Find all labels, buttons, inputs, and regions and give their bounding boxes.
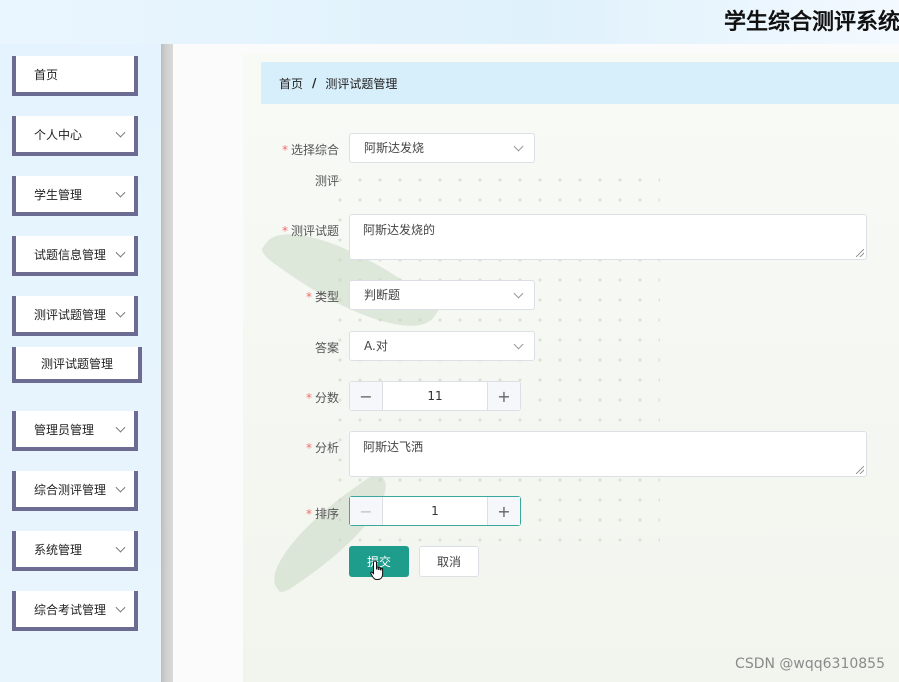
submenu-item-label: 测评试题管理	[40, 356, 113, 371]
sidebar-item-label: 首页	[34, 67, 59, 82]
sidebar-divider	[161, 44, 173, 682]
sidebar-item-label: 综合考试管理	[34, 602, 107, 617]
sidebar-item-label: 系统管理	[34, 542, 83, 557]
score-input[interactable]: 11	[383, 382, 487, 410]
sidebar-item-label: 管理员管理	[34, 422, 95, 437]
order-decrement-button[interactable]: −	[350, 497, 383, 525]
sidebar-item-profile[interactable]: 个人中心	[12, 116, 138, 156]
chevron-down-icon	[115, 307, 126, 318]
sidebar-item-label: 综合测评管理	[34, 482, 107, 497]
required-mark: *	[305, 391, 312, 405]
type-value: 判断题	[364, 288, 401, 302]
watermark: CSDN @wqq6310855	[735, 656, 885, 672]
chevron-down-icon	[115, 482, 126, 493]
type-dropdown[interactable]: 判断题	[349, 280, 535, 310]
hand-cursor-icon	[370, 560, 384, 580]
analysis-value: 阿斯达飞洒	[363, 440, 424, 454]
app-title: 学生综合测评系统	[724, 10, 899, 35]
submenu-item-eval-questions[interactable]: 测评试题管理	[12, 347, 142, 383]
chevron-down-icon	[513, 339, 524, 350]
order-input[interactable]: 1	[383, 497, 487, 525]
order-label: * 排序	[273, 505, 339, 522]
sidebar-item-label: 学生管理	[34, 187, 83, 202]
question-textarea[interactable]: 阿斯达发烧的	[349, 214, 867, 260]
required-mark: *	[281, 143, 288, 157]
required-mark: *	[305, 290, 312, 304]
sidebar-item-system[interactable]: 系统管理	[12, 531, 138, 571]
chevron-down-icon	[115, 127, 126, 138]
top-header: 学生综合测评系统	[0, 0, 899, 44]
select-eval-label: * 选择综合	[273, 141, 339, 158]
required-mark: *	[305, 507, 312, 521]
resize-handle-icon[interactable]	[856, 466, 864, 474]
analysis-textarea[interactable]: 阿斯达飞洒	[349, 431, 867, 477]
question-label-text: 测评试题	[290, 224, 339, 238]
chevron-down-icon	[115, 422, 126, 433]
chevron-down-icon	[115, 187, 126, 198]
sidebar-item-home[interactable]: 首页	[12, 56, 138, 96]
breadcrumb-home[interactable]: 首页	[279, 75, 303, 92]
breadcrumb-current: 测评试题管理	[325, 76, 398, 91]
chevron-down-icon	[115, 542, 126, 553]
sidebar-item-comprehensive-eval[interactable]: 综合测评管理	[12, 471, 138, 511]
question-label: * 测评试题	[273, 222, 339, 239]
breadcrumb: 首页 / 测评试题管理	[261, 62, 899, 104]
required-mark: *	[281, 224, 288, 238]
score-label: * 分数	[273, 389, 339, 406]
score-decrement-button[interactable]: −	[350, 382, 383, 410]
score-increment-button[interactable]: +	[487, 382, 520, 410]
required-mark: *	[305, 441, 312, 455]
breadcrumb-separator: /	[312, 76, 317, 90]
select-eval-label-line1: 选择综合	[290, 143, 339, 157]
resize-handle-icon[interactable]	[856, 249, 864, 257]
score-stepper[interactable]: − 11 +	[349, 381, 521, 411]
score-label-text: 分数	[314, 391, 339, 405]
analysis-label-text: 分析	[314, 441, 339, 455]
chevron-down-icon	[115, 247, 126, 258]
sidebar-item-question-info[interactable]: 试题信息管理	[12, 236, 138, 276]
select-eval-label-line2: 测评	[314, 174, 339, 188]
question-value: 阿斯达发烧的	[363, 223, 436, 237]
chevron-down-icon	[115, 602, 126, 613]
type-label: * 类型	[273, 288, 339, 305]
answer-dropdown[interactable]: A.对	[349, 331, 535, 361]
analysis-label: * 分析	[273, 439, 339, 456]
chevron-down-icon	[513, 141, 524, 152]
sidebar-item-label: 试题信息管理	[34, 247, 107, 262]
type-label-text: 类型	[314, 290, 339, 304]
sidebar-item-label: 测评试题管理	[34, 307, 107, 322]
order-label-text: 排序	[314, 507, 339, 521]
select-eval-dropdown[interactable]: 阿斯达发烧	[349, 133, 535, 163]
sidebar-item-admins[interactable]: 管理员管理	[12, 411, 138, 451]
order-increment-button[interactable]: +	[487, 497, 520, 525]
chevron-down-icon	[513, 288, 524, 299]
sidebar-item-students[interactable]: 学生管理	[12, 176, 138, 216]
answer-label: 答案	[314, 341, 339, 355]
answer-value: A.对	[364, 339, 388, 353]
cancel-button[interactable]: 取消	[419, 546, 479, 577]
sidebar-item-eval-questions[interactable]: 测评试题管理	[12, 296, 138, 336]
order-stepper[interactable]: − 1 +	[349, 496, 521, 526]
select-eval-value: 阿斯达发烧	[364, 141, 425, 155]
sidebar-item-label: 个人中心	[34, 127, 83, 142]
sidebar-item-comprehensive-exam[interactable]: 综合考试管理	[12, 591, 138, 631]
